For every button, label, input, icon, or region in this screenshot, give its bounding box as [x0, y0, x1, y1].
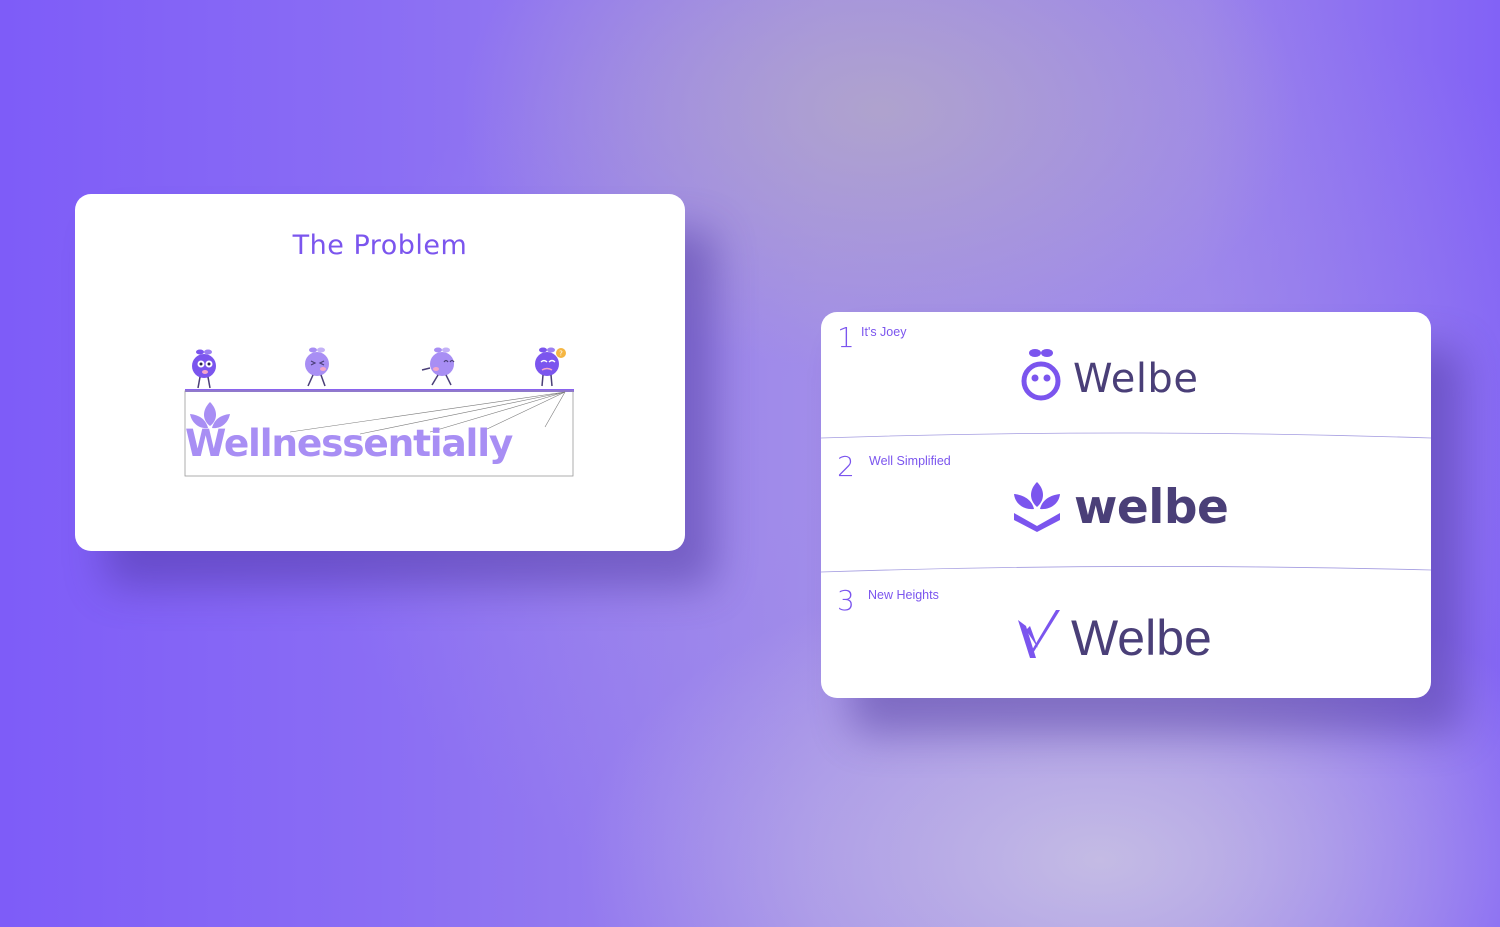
option-3-name: New Heights [868, 588, 939, 602]
option-1-number: 1 [837, 321, 855, 354]
option-divider-2 [821, 566, 1431, 573]
problem-title: The Problem [292, 230, 468, 261]
joey-face-icon [1021, 349, 1061, 401]
check-peak-icon [1018, 610, 1060, 658]
joey-character-3 [421, 347, 455, 386]
joey-character-4: ? [535, 347, 566, 387]
joey-character-2 [305, 347, 329, 387]
option-1-name: It's Joey [861, 325, 907, 339]
option-2-name: Well Simplified [869, 454, 951, 468]
option-2-number: 2 [837, 450, 855, 483]
problem-ground-bar [185, 389, 574, 392]
svg-text:?: ? [559, 350, 563, 358]
leaf-sprout-icon [1014, 482, 1060, 532]
wellnessentially-wordmark: Wellnessentially [185, 421, 513, 465]
logo-options-card: 1 It's Joey Welbe 2 Well Simplified welb… [821, 312, 1431, 698]
option-3-number: 3 [837, 584, 855, 617]
option-2-wordmark: welbe [1074, 480, 1229, 535]
option-divider-1 [821, 432, 1431, 439]
option-3-wordmark: Welbe [1071, 610, 1212, 666]
option-1-wordmark: Welbe [1073, 356, 1199, 402]
joey-character-1 [192, 349, 216, 389]
problem-card: The Problem ? Wellnessentially [75, 194, 685, 551]
